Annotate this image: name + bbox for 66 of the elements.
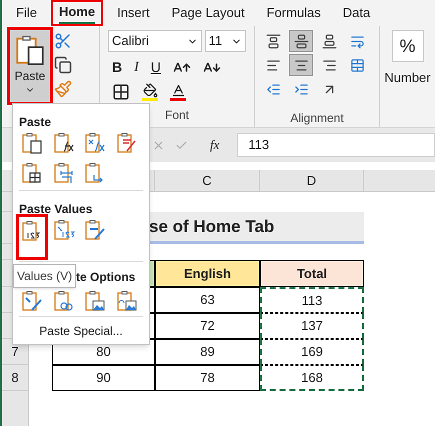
table-cell: 72: [155, 313, 260, 339]
table-cell: 63: [155, 287, 260, 313]
row-header[interactable]: 8: [2, 365, 29, 391]
ribbon-tab[interactable]: File: [10, 2, 43, 24]
clipboard-icon: [20, 131, 44, 155]
column-header[interactable]: D: [260, 170, 364, 192]
insert-function-button[interactable]: fx: [210, 135, 220, 155]
clipboard-icon: [83, 131, 107, 155]
ribbon-tab[interactable]: Page Layout: [166, 2, 251, 24]
clipboard-icon: [83, 289, 107, 313]
clipboard-icon: [52, 218, 76, 242]
font-size-field[interactable]: 11: [204, 30, 246, 52]
wrap-icon: [350, 34, 364, 48]
number-format-button[interactable]: Number: [384, 68, 431, 88]
paste-button[interactable]: Paste: [10, 30, 50, 102]
table-cell: 113: [260, 287, 364, 313]
column-header[interactable]: C: [155, 170, 260, 192]
top-icon: [266, 34, 280, 48]
fill-color-icon[interactable]: [142, 83, 158, 101]
clipboard-icon: [114, 131, 138, 155]
bottom-icon: [322, 34, 336, 48]
table-cell: 168: [260, 365, 364, 391]
underline-button[interactable]: U: [150, 57, 161, 78]
table-cell: 90: [52, 365, 155, 391]
group-label: Alignment: [289, 110, 345, 127]
indent-icon: [294, 82, 308, 96]
merge-icon: [350, 58, 364, 72]
bold-button[interactable]: B: [112, 57, 122, 78]
ribbon-tab[interactable]: Insert: [111, 2, 156, 24]
header-cell: Total: [260, 260, 364, 287]
middle-align-button[interactable]: [289, 30, 313, 52]
clipboard-icon: [114, 289, 138, 313]
section-title: te Options: [76, 269, 136, 286]
formula-field[interactable]: 113: [237, 133, 435, 157]
section-title: Paste: [19, 115, 52, 129]
table-cell: 89: [155, 339, 260, 365]
italic-button[interactable]: I: [134, 57, 139, 78]
font-name-field[interactable]: Calibri: [108, 30, 202, 52]
header-cell: English: [155, 260, 260, 287]
ribbon-tab[interactable]: Formulas: [260, 2, 327, 24]
format-painter-icon[interactable]: [54, 80, 72, 98]
table-cell: 169: [260, 339, 364, 365]
group-label: Font: [164, 107, 190, 124]
outdent-icon: [266, 82, 280, 96]
ribbon-tab[interactable]: Data: [336, 2, 376, 24]
paste-special-item[interactable]: Paste Special...: [39, 322, 123, 340]
ribbon-tab[interactable]: Home: [52, 2, 102, 24]
clipboard-icon: [20, 289, 44, 313]
left-icon: [266, 58, 280, 72]
paste-option-button[interactable]: [19, 217, 45, 257]
table-cell: 78: [155, 365, 260, 391]
cut-icon[interactable]: [54, 32, 72, 50]
table-cell: 137: [260, 313, 364, 339]
right-icon: [322, 58, 336, 72]
font-color-icon[interactable]: [170, 83, 186, 101]
clipboard-icon: [52, 289, 76, 313]
clipboard-icon: [52, 131, 76, 155]
clipboard-icon: [52, 161, 76, 185]
center-icon: [294, 58, 308, 72]
copy-icon[interactable]: [54, 56, 72, 74]
middle-icon: [294, 34, 308, 48]
tooltip: Values (V): [13, 264, 76, 288]
clipboard-icon: [83, 218, 107, 242]
percent-box[interactable]: %: [392, 30, 424, 62]
borders-icon[interactable]: [112, 83, 130, 101]
center-align-button[interactable]: [289, 54, 313, 76]
